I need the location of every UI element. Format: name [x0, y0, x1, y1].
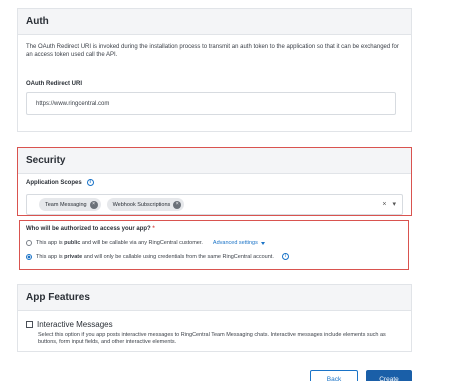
private-option-label: This app is private and will only be cal…: [36, 253, 274, 260]
application-scopes-text: Application Scopes: [26, 179, 82, 186]
advanced-settings-link[interactable]: Advanced settings: [213, 240, 265, 246]
private-radio[interactable]: [26, 253, 32, 260]
security-title: Security: [18, 148, 411, 174]
security-section: Security Application Scopes i Team Messa…: [17, 147, 412, 216]
auth-title: Auth: [18, 9, 411, 35]
redirect-uri-label: OAuth Redirect URI: [26, 81, 83, 87]
remove-scope-icon[interactable]: ×: [173, 200, 182, 209]
scope-chip-label: Team Messaging: [45, 201, 87, 208]
scope-chip: Webhook Subscriptions ×: [106, 198, 185, 211]
interactive-messages-description: Select this option if you app posts inte…: [38, 332, 386, 345]
redirect-uri-value: https://www.ringcentral.com: [36, 100, 110, 107]
interactive-messages-option[interactable]: Interactive Messages: [26, 320, 113, 329]
info-icon[interactable]: i: [86, 179, 94, 186]
interactive-messages-checkbox[interactable]: [26, 321, 33, 328]
clear-icon[interactable]: ×: [382, 201, 386, 208]
scope-chip-label: Webhook Subscriptions: [112, 201, 171, 208]
public-radio[interactable]: [26, 240, 32, 246]
app-features-section: App Features Interactive Messages Select…: [17, 284, 412, 352]
interactive-messages-label: Interactive Messages: [37, 320, 113, 329]
private-option[interactable]: This app is private and will only be cal…: [26, 253, 289, 260]
authorization-question: Who will be authorized to access your ap…: [26, 226, 155, 232]
info-icon[interactable]: i: [281, 253, 289, 260]
back-button[interactable]: Back: [310, 370, 358, 381]
auth-section: Auth The OAuth Redirect URI is invoked d…: [17, 8, 412, 132]
required-mark: *: [152, 226, 155, 232]
scopes-select[interactable]: Team Messaging × Webhook Subscriptions ×…: [26, 194, 403, 215]
scope-chip: Team Messaging ×: [39, 198, 101, 211]
create-button[interactable]: Create: [366, 370, 412, 381]
select-tools: × ▾: [382, 200, 396, 209]
auth-description: The OAuth Redirect URI is invoked during…: [26, 44, 399, 58]
application-scopes-label: Application Scopes i: [26, 179, 94, 186]
authorization-section: Who will be authorized to access your ap…: [19, 220, 409, 270]
app-features-title: App Features: [18, 285, 411, 311]
authorization-question-text: Who will be authorized to access your ap…: [26, 226, 151, 232]
advanced-settings-label: Advanced settings: [212, 240, 258, 246]
public-option[interactable]: This app is public and will be callable …: [26, 240, 265, 246]
public-option-label: This app is public and will be callable …: [36, 240, 203, 246]
remove-scope-icon[interactable]: ×: [89, 200, 98, 209]
caret-down-icon: [260, 241, 265, 245]
redirect-uri-input[interactable]: https://www.ringcentral.com: [26, 92, 396, 115]
chevron-down-icon[interactable]: ▾: [392, 200, 396, 208]
